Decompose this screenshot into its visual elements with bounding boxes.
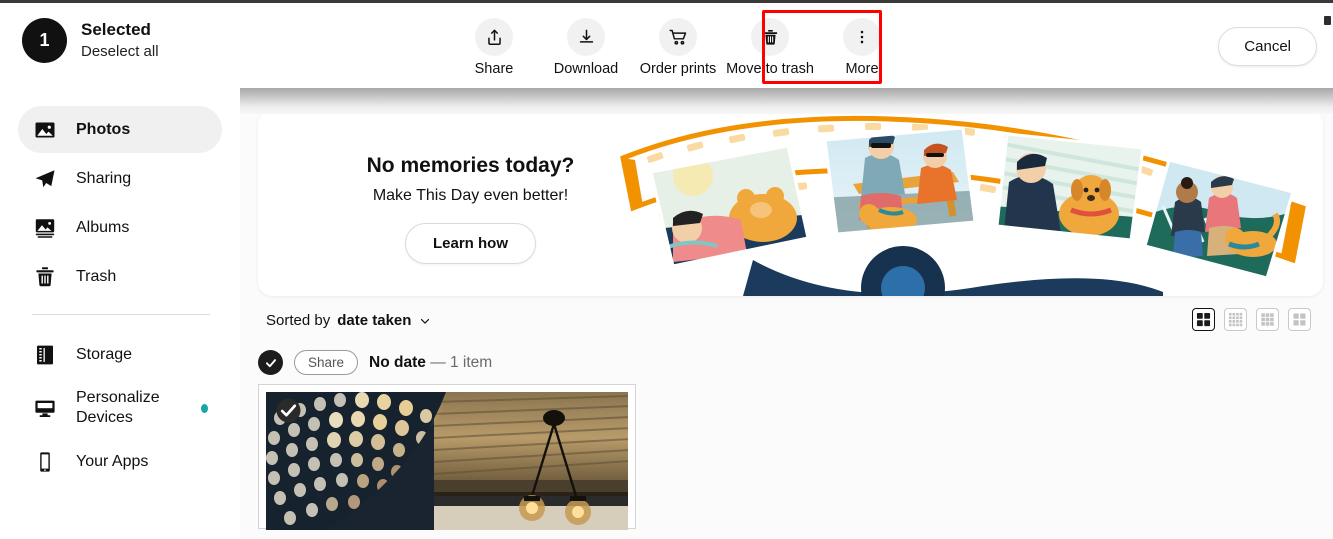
selected-label: Selected: [81, 20, 151, 40]
personalize-devices-badge-dot: [201, 403, 208, 413]
move-to-trash-button[interactable]: Move to trash: [724, 12, 816, 77]
memories-illustration: [603, 110, 1323, 296]
monitor-icon: [32, 395, 58, 421]
order-prints-label: Order prints: [639, 61, 717, 77]
selected-count-badge: 1: [22, 18, 67, 63]
photo-select-checkbox[interactable]: [276, 398, 301, 423]
trash-icon: [751, 18, 789, 56]
share-button[interactable]: Share: [448, 12, 540, 77]
date-group-date: No date: [369, 353, 426, 371]
sort-prefix-label: Sorted by: [266, 312, 331, 329]
download-icon: [567, 18, 605, 56]
memories-title: No memories today?: [366, 154, 575, 177]
sidebar-item-albums[interactable]: Albums: [18, 204, 222, 251]
cancel-button[interactable]: Cancel: [1218, 27, 1317, 66]
date-group-separator: —: [430, 353, 446, 371]
sidebar-item-storage[interactable]: Storage: [18, 331, 222, 378]
action-buttons: Share Download Order prints Move to tras…: [448, 12, 908, 77]
sidebar-item-trash[interactable]: Trash: [18, 253, 222, 300]
memories-text: No memories today? Make This Day even be…: [333, 154, 608, 264]
group-select-checkbox[interactable]: [258, 350, 283, 375]
window-top-strip: [0, 0, 1333, 3]
sidebar-item-label: Your Apps: [76, 452, 149, 470]
share-upload-icon: [475, 18, 513, 56]
group-share-button[interactable]: Share: [294, 350, 359, 375]
order-prints-button[interactable]: Order prints: [632, 12, 724, 77]
view-medium-grid-button[interactable]: [1256, 308, 1279, 331]
sidebar-item-label: Photos: [76, 120, 131, 138]
deselect-all-button[interactable]: Deselect all: [81, 43, 159, 61]
sidebar-item-label: Personalize Devices: [76, 389, 160, 426]
date-group-count: 1 item: [450, 353, 493, 371]
photo-icon: [32, 117, 58, 143]
body-area: Photos Sharing Albums Trash Storage Pers…: [0, 88, 1333, 539]
selection-summary: 1 Selected Deselect all: [22, 18, 159, 63]
move-to-trash-label: Move to trash: [726, 61, 814, 77]
sort-dropdown[interactable]: Sorted by date taken: [266, 312, 432, 329]
sort-value-label: date taken: [337, 312, 412, 329]
sidebar-divider: [32, 314, 210, 315]
sidebar-item-label: Storage: [76, 345, 133, 363]
trash-icon: [32, 264, 58, 290]
selection-text: Selected Deselect all: [81, 20, 159, 60]
sidebar-item-label: Sharing: [76, 169, 132, 187]
phone-icon: [32, 449, 58, 475]
view-dense-grid-button[interactable]: [1224, 308, 1247, 331]
view-large-grid-button[interactable]: [1288, 308, 1311, 331]
selection-toolbar: 1 Selected Deselect all Share Download O…: [0, 0, 1333, 88]
sidebar: Photos Sharing Albums Trash Storage Pers…: [0, 88, 240, 539]
sidebar-item-photos[interactable]: Photos: [18, 106, 222, 153]
storage-icon: [32, 342, 58, 368]
sidebar-item-label: Albums: [76, 218, 130, 236]
date-group-label: No date — 1 item: [369, 354, 492, 372]
memories-banner: No memories today? Make This Day even be…: [258, 110, 1323, 296]
learn-how-button[interactable]: Learn how: [404, 223, 536, 264]
view-mixed-button[interactable]: [1192, 308, 1215, 331]
download-label: Download: [553, 61, 619, 77]
view-density-toggles: [1192, 308, 1311, 331]
download-button[interactable]: Download: [540, 12, 632, 77]
share-label: Share: [474, 61, 514, 77]
content-area: No memories today? Make This Day even be…: [240, 88, 1333, 539]
chevron-down-icon: [418, 314, 432, 328]
more-vertical-icon: [843, 18, 881, 56]
more-button[interactable]: More: [816, 12, 908, 77]
sidebar-item-label: Trash: [76, 267, 117, 285]
memories-subtitle: Make This Day even better!: [372, 187, 569, 204]
sidebar-item-personalize-devices[interactable]: Personalize Devices: [18, 380, 222, 436]
sort-bar: Sorted by date taken: [258, 308, 1323, 342]
date-group-header: Share No date — 1 item: [258, 350, 492, 375]
scrollbar-thumb[interactable]: [1324, 16, 1331, 25]
shopping-cart-icon: [659, 18, 697, 56]
photos-app: 1 Selected Deselect all Share Download O…: [0, 0, 1333, 539]
sidebar-item-sharing[interactable]: Sharing: [18, 155, 222, 202]
more-label: More: [845, 61, 879, 77]
albums-icon: [32, 215, 58, 241]
paper-plane-icon: [32, 166, 58, 192]
photo-tile[interactable]: [258, 384, 636, 530]
sidebar-item-your-apps[interactable]: Your Apps: [18, 438, 222, 485]
photo-thumbnail[interactable]: [266, 392, 628, 530]
